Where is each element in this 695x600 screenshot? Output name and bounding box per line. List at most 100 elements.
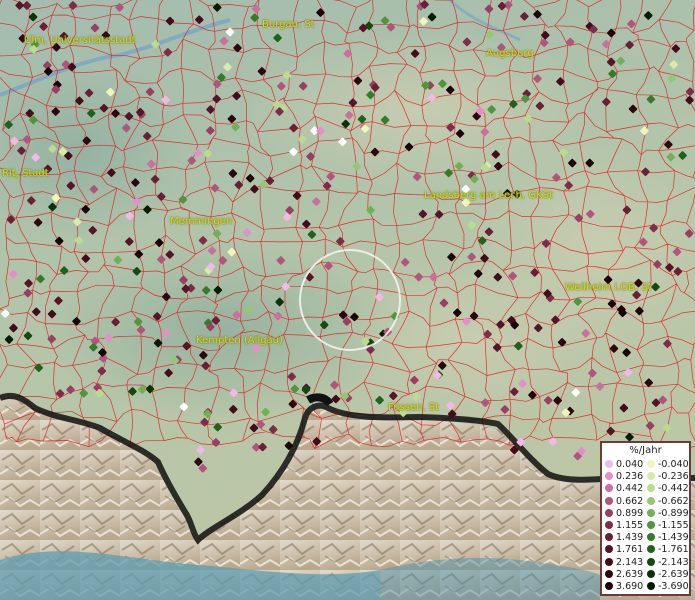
data-point[interactable] [601,39,611,49]
data-point[interactable] [533,10,542,19]
data-point[interactable] [493,272,503,282]
data-point[interactable] [287,372,297,381]
data-point[interactable] [622,348,631,357]
data-point[interactable] [55,389,65,398]
data-point[interactable] [210,183,220,193]
data-point[interactable] [281,282,290,291]
data-point[interactable] [331,394,341,404]
data-point[interactable] [81,205,90,214]
data-point[interactable] [646,95,656,104]
data-point[interactable] [619,403,629,413]
data-point[interactable] [338,137,347,147]
data-point[interactable] [251,4,261,14]
data-point[interactable] [528,390,537,400]
data-point[interactable] [427,12,437,22]
data-point[interactable] [344,110,354,120]
data-point[interactable] [213,422,222,432]
data-point[interactable] [509,99,518,109]
data-point[interactable] [195,15,204,24]
data-point[interactable] [602,97,611,107]
data-point[interactable] [72,217,82,227]
data-point[interactable] [107,168,116,177]
data-point[interactable] [153,338,163,348]
data-point[interactable] [289,147,298,157]
data-point[interactable] [24,279,33,288]
data-point[interactable] [137,385,147,394]
data-point[interactable] [557,338,567,347]
data-point[interactable] [250,184,259,194]
data-point[interactable] [446,85,455,95]
data-point[interactable] [508,271,517,281]
data-point[interactable] [23,288,33,298]
data-point[interactable] [47,334,56,344]
data-point[interactable] [685,87,695,96]
data-point[interactable] [31,153,40,162]
data-point[interactable] [162,292,171,302]
data-point[interactable] [320,320,329,330]
data-point[interactable] [6,215,16,224]
data-point[interactable] [609,344,619,353]
data-point[interactable] [518,379,527,388]
data-point[interactable] [514,341,523,351]
data-point[interactable] [350,312,359,322]
data-point[interactable] [628,104,638,114]
data-point[interactable] [438,361,447,370]
data-point[interactable] [232,310,242,320]
data-point[interactable] [530,268,539,277]
data-point[interactable] [211,438,221,447]
data-point[interactable] [66,385,75,394]
data-point[interactable] [497,1,507,11]
data-point[interactable] [8,269,18,279]
data-point[interactable] [474,269,483,278]
data-point[interactable] [4,335,14,344]
data-point[interactable] [104,333,114,343]
data-point[interactable] [147,159,156,169]
data-point[interactable] [410,375,419,385]
data-point[interactable] [366,205,375,215]
data-point[interactable] [17,146,26,155]
data-point[interactable] [36,274,45,284]
data-point[interactable] [136,325,146,335]
data-point[interactable] [341,119,350,129]
data-point[interactable] [330,380,339,390]
data-point[interactable] [151,39,160,49]
data-point[interactable] [541,239,551,248]
data-point[interactable] [223,62,232,72]
data-point[interactable] [68,1,78,10]
data-point[interactable] [145,384,155,394]
data-point[interactable] [316,126,325,136]
data-point[interactable] [559,148,568,157]
data-point[interactable] [131,178,140,187]
data-point[interactable] [606,426,615,436]
data-point[interactable] [79,389,88,398]
data-point[interactable] [481,398,490,407]
data-point[interactable] [157,192,166,201]
data-point[interactable] [275,297,284,307]
data-point[interactable] [564,181,573,190]
data-point[interactable] [163,48,173,57]
data-point[interactable] [533,74,542,83]
data-point[interactable] [164,368,173,378]
data-point[interactable] [125,211,134,221]
data-point[interactable] [566,37,575,47]
data-point[interactable] [446,401,455,410]
data-point[interactable] [229,388,238,398]
data-point[interactable] [662,423,672,433]
data-point[interactable] [616,56,626,66]
data-point[interactable] [312,197,321,206]
data-point[interactable] [250,13,259,22]
data-point[interactable] [404,142,414,152]
data-point[interactable] [606,57,616,67]
data-point[interactable] [307,230,317,239]
data-point[interactable] [122,123,131,133]
data-point[interactable] [651,282,660,292]
data-point[interactable] [178,195,188,204]
data-point[interactable] [375,292,384,302]
data-point[interactable] [516,437,525,447]
data-point[interactable] [97,366,107,376]
data-point[interactable] [84,88,94,98]
data-point[interactable] [312,437,321,446]
data-point[interactable] [510,387,519,396]
data-point[interactable] [48,202,57,212]
data-point[interactable] [201,361,210,371]
